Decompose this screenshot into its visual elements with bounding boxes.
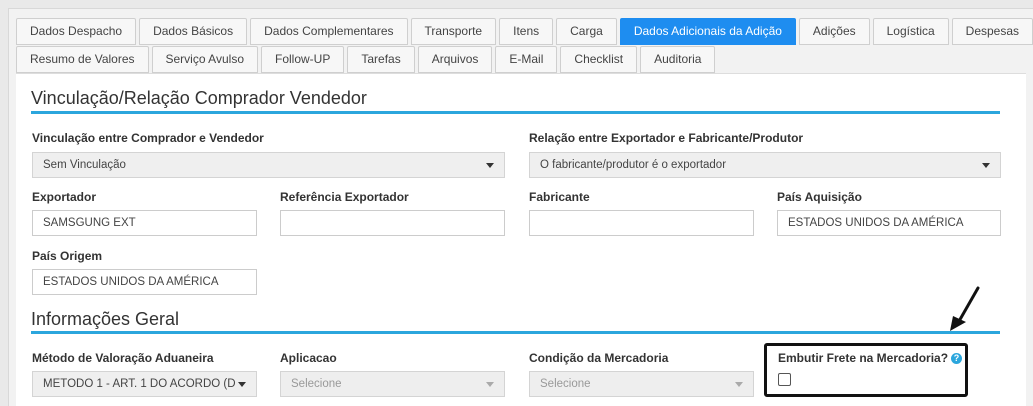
tab-bar: Dados Despacho Dados Básicos Dados Complem… [16,18,1033,74]
embutir-frete-label-text: Embutir Frete na Mercadoria? [778,351,949,365]
pais-origem-field[interactable]: ESTADOS UNIDOS DA AMÉRICA [32,269,257,295]
section-title-informacoes: Informações Geral [31,309,180,329]
tab-dados-basicos[interactable]: Dados Básicos [139,18,248,45]
tab-arquivos[interactable]: Arquivos [417,46,493,73]
tab-transporte[interactable]: Transporte [410,18,497,45]
chevron-down-icon [735,382,743,387]
tab-e-mail[interactable]: E-Mail [495,46,558,73]
section-divider [31,331,1000,334]
tab-adicoes[interactable]: Adições [798,18,870,45]
exportador-field[interactable]: SAMSGUNG EXT [32,210,257,236]
tab-dados-adicionais-da-adicao[interactable]: Dados Adicionais da Adição [619,18,796,45]
help-icon[interactable]: ? [951,353,963,364]
exportador-label: Exportador [32,190,97,204]
tab-carga[interactable]: Carga [556,18,617,45]
relacao-label: Relação entre Exportador e Fabricante/Pr… [529,131,804,145]
tab-follow-up[interactable]: Follow-UP [261,46,345,73]
relacao-select-value: O fabricante/produtor é o exportador [540,159,727,171]
embutir-frete-checkbox[interactable] [778,373,791,386]
metodo-select[interactable]: METODO 1 - ART. 1 DO ACORDO (D [32,371,257,397]
tab-logistica[interactable]: Logística [872,18,949,45]
metodo-select-value: METODO 1 - ART. 1 DO ACORDO (D [43,378,236,390]
tab-row-1: Dados Despacho Dados Básicos Dados Complem… [16,18,1033,45]
aplicacao-select[interactable]: Selecione [280,371,505,397]
vinculacao-label: Vinculação entre Comprador e Vendedor [32,131,264,145]
tab-row-2: Resumo de Valores Serviço Avulso Follow-UP… [16,46,1016,73]
chevron-down-icon [486,382,494,387]
tab-itens[interactable]: Itens [499,18,554,45]
vinculacao-select-value: Sem Vinculação [43,159,126,171]
embutir-frete-group: Embutir Frete na Mercadoria?? [764,343,968,397]
chevron-down-icon [486,163,494,168]
pais-aquisicao-field[interactable]: ESTADOS UNIDOS DA AMÉRICA [777,210,1001,236]
chevron-down-icon [982,163,990,168]
relacao-select[interactable]: O fabricante/produtor é o exportador [529,152,1001,178]
tab-servico-avulso[interactable]: Serviço Avulso [151,46,258,73]
tab-auditoria[interactable]: Auditoria [640,46,716,73]
fabricante-label: Fabricante [529,190,590,204]
annotation-arrow-icon [950,286,980,331]
tab-tarefas[interactable]: Tarefas [347,46,415,73]
tab-despesas[interactable]: Despesas [951,18,1033,45]
ref-exportador-field[interactable] [280,210,505,236]
fabricante-field[interactable] [529,210,754,236]
section-divider [31,111,1000,114]
pais-origem-label: País Origem [32,249,103,263]
embutir-frete-label: Embutir Frete na Mercadoria?? [778,351,963,365]
section-title-vinculacao: Vinculação/Relação Comprador Vendedor [31,88,367,108]
condicao-select-value: Selecione [540,378,591,390]
aplicacao-label: Aplicacao [280,351,337,365]
aplicacao-select-value: Selecione [291,378,342,390]
tab-resumo-de-valores[interactable]: Resumo de Valores [16,46,149,73]
tab-checklist[interactable]: Checklist [560,46,638,73]
condicao-select[interactable]: Selecione [529,371,754,397]
chevron-down-icon [238,382,246,387]
vinculacao-select[interactable]: Sem Vinculação [32,152,505,178]
ref-exportador-label: Referência Exportador [280,190,409,204]
metodo-label: Método de Valoração Aduaneira [32,351,214,365]
pais-aquisicao-label: País Aquisição [777,190,862,204]
tab-dados-complementares[interactable]: Dados Complementares [250,18,408,45]
tab-dados-despacho[interactable]: Dados Despacho [16,18,137,45]
condicao-label: Condição da Mercadoria [529,351,669,365]
